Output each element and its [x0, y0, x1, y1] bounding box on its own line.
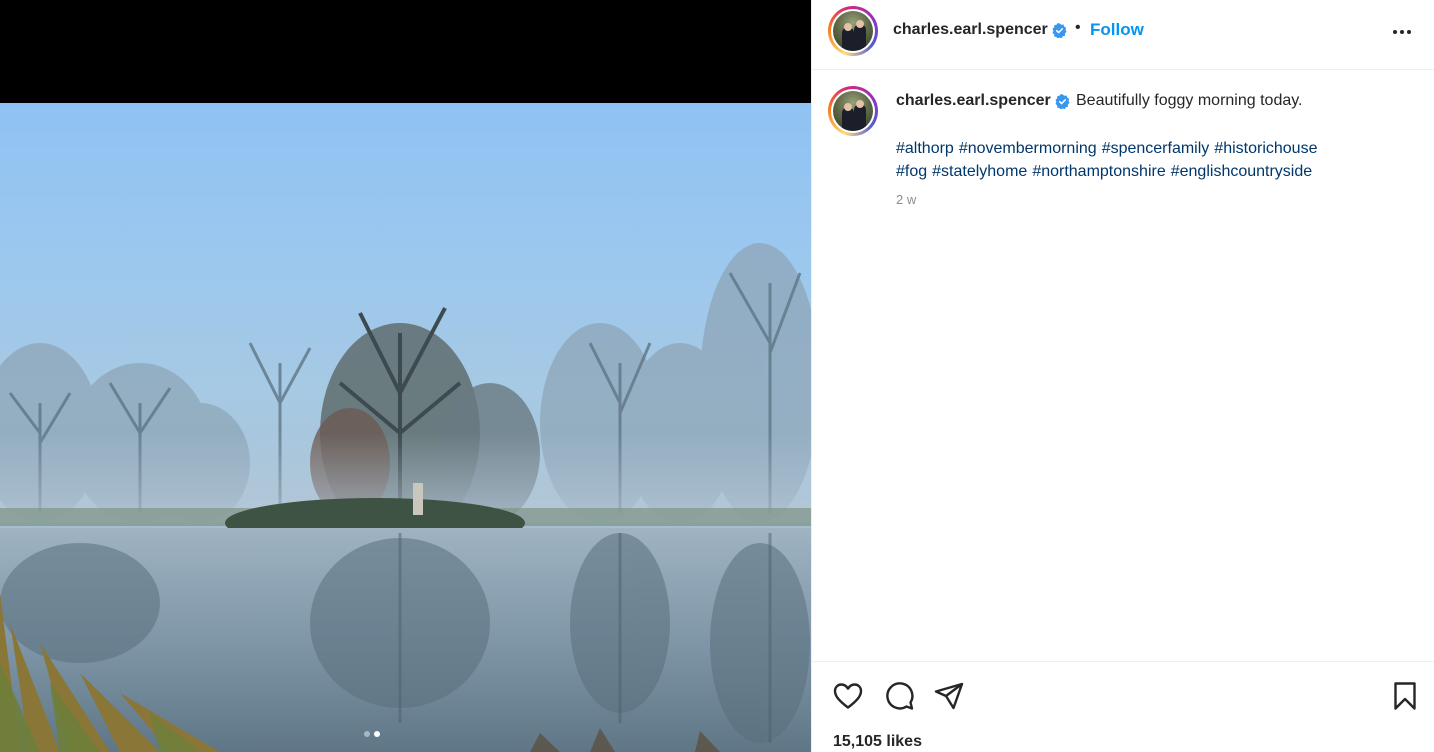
carousel-dot	[364, 731, 370, 737]
verified-badge-icon	[1055, 94, 1070, 109]
post-media[interactable]	[0, 0, 811, 752]
post-side-panel: charles.earl.spencer • Follow charles.ea…	[811, 0, 1434, 752]
post-header: charles.earl.spencer • Follow	[812, 0, 1434, 70]
heart-icon[interactable]	[832, 680, 864, 712]
hashtag-link[interactable]: #statelyhome	[932, 163, 1027, 180]
hashtag-link[interactable]: #spencerfamily	[1102, 140, 1210, 157]
follow-button[interactable]: Follow	[1090, 20, 1144, 40]
post-photo[interactable]	[0, 103, 811, 752]
hashtag-link[interactable]: #englishcountryside	[1171, 163, 1312, 180]
verified-badge-icon	[1052, 23, 1067, 38]
author-avatar[interactable]	[828, 6, 878, 56]
hashtag-link[interactable]: #novembermorning	[959, 140, 1097, 157]
author-username-link[interactable]: charles.earl.spencer	[893, 21, 1048, 39]
comment-icon[interactable]	[883, 680, 915, 712]
hashtag-link[interactable]: #northamptonshire	[1032, 163, 1165, 180]
likes-count[interactable]: 15,105 likes	[833, 733, 922, 751]
carousel-dot-active	[374, 731, 380, 737]
hashtag-link[interactable]: #althorp	[896, 140, 954, 157]
caption-text: Beautifully foggy morning today.	[1076, 92, 1303, 109]
post-timestamp[interactable]: 2 w	[896, 192, 916, 207]
hashtag-list: #althorp #novembermorning #spencerfamily #h…	[896, 137, 1416, 183]
header-separator: •	[1075, 19, 1081, 36]
bookmark-icon[interactable]	[1389, 680, 1421, 712]
post-actions: 15,105 likes	[812, 661, 1434, 752]
carousel-indicator	[364, 731, 380, 737]
hashtag-link[interactable]: #fog	[896, 163, 927, 180]
paper-plane-icon[interactable]	[933, 680, 965, 712]
hashtag-link[interactable]: #historichouse	[1214, 140, 1317, 157]
more-options-icon[interactable]	[1388, 20, 1416, 44]
caption-author-avatar[interactable]	[828, 86, 878, 136]
caption-username-link[interactable]: charles.earl.spencer	[896, 92, 1051, 110]
